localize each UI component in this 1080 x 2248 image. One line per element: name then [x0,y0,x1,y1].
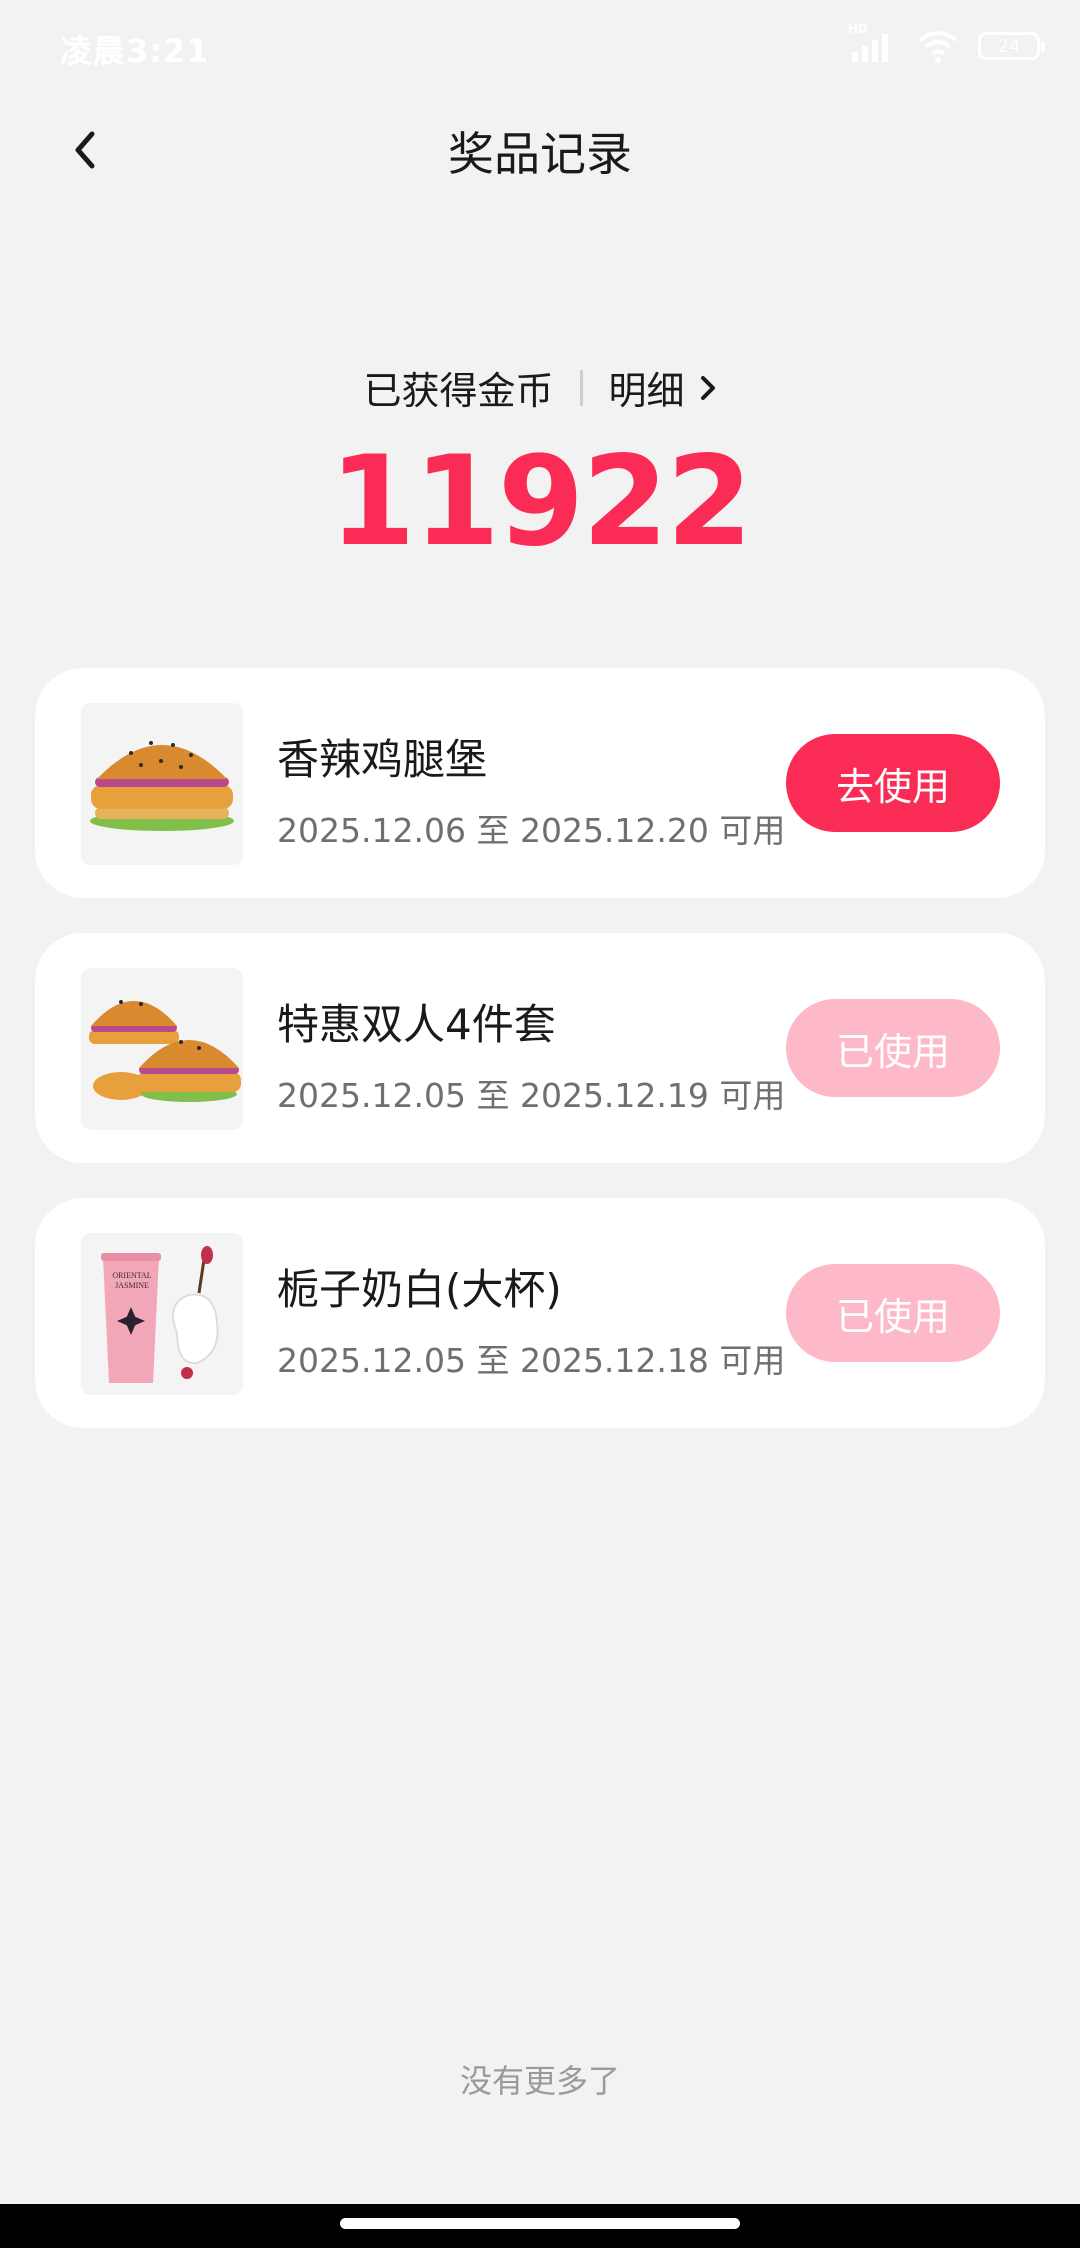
signal-icon: HD [848,22,898,64]
prize-name: 香辣鸡腿堡 [277,735,488,784]
battery-icon: 24 [978,32,1045,60]
navigation-bar [0,2204,1080,2248]
header: 奖品记录 [0,96,1080,208]
date-start: 2025.12.05 [277,1341,466,1380]
date-start: 2025.12.06 [277,811,466,850]
prize-card: 香辣鸡腿堡 2025.12.06 至 2025.12.20 可用 去使用 [35,668,1045,898]
date-end: 2025.12.19 [519,1076,709,1115]
drink-image: ORIENTAL JASMINE [81,1233,243,1395]
prize-validity: 2025.12.05 至 2025.12.19 可用 [277,1069,785,1117]
page-title: 奖品记录 [448,127,632,181]
date-start: 2025.12.05 [277,1076,466,1115]
date-suffix: 可用 [719,1076,786,1115]
status-bar: 凌晨3:21 HD 24 [0,0,1080,96]
coins-detail-label: 明细 [608,369,685,413]
status-icons: HD 24 [848,22,1045,66]
coins-divider [579,369,583,406]
status-time: 凌晨3:21 [60,32,210,70]
burger-image [81,703,243,865]
prize-card: 特惠双人4件套 2025.12.05 至 2025.12.19 可用 已使用 [35,933,1045,1163]
chevron-right-icon [700,375,715,400]
prize-card: ORIENTAL JASMINE 栀子奶白(大杯) 2025.12.05 至 2… [35,1198,1045,1428]
use-button[interactable]: 去使用 [786,734,1000,832]
coins-detail-link[interactable]: 明细 [609,360,717,415]
home-indicator[interactable] [340,2218,740,2229]
prize-name: 栀子奶白(大杯) [277,1265,562,1314]
date-end: 2025.12.18 [519,1341,709,1380]
prize-validity: 2025.12.06 至 2025.12.20 可用 [277,804,785,852]
prize-name: 特惠双人4件套 [277,1000,556,1049]
date-suffix: 可用 [719,1341,786,1380]
cup-label: ORIENTAL JASMINE [112,1271,152,1290]
battery-level: 24 [997,35,1021,57]
used-button[interactable]: 已使用 [786,1264,1000,1362]
date-connector: 至 [476,1341,510,1380]
date-end: 2025.12.20 [519,811,709,850]
coins-header: 已获得金币 明细 [0,360,1080,415]
no-more-text: 没有更多了 [459,2062,620,2100]
date-suffix: 可用 [719,811,786,850]
coins-value: 11922 [329,430,752,574]
date-connector: 至 [476,1076,510,1115]
date-connector: 至 [476,811,510,850]
prize-validity: 2025.12.05 至 2025.12.18 可用 [277,1334,785,1382]
combo-image [81,968,243,1130]
coins-label: 已获得金币 [363,369,554,413]
wifi-icon [916,28,960,64]
used-button[interactable]: 已使用 [786,999,1000,1097]
network-label: HD [848,22,869,36]
